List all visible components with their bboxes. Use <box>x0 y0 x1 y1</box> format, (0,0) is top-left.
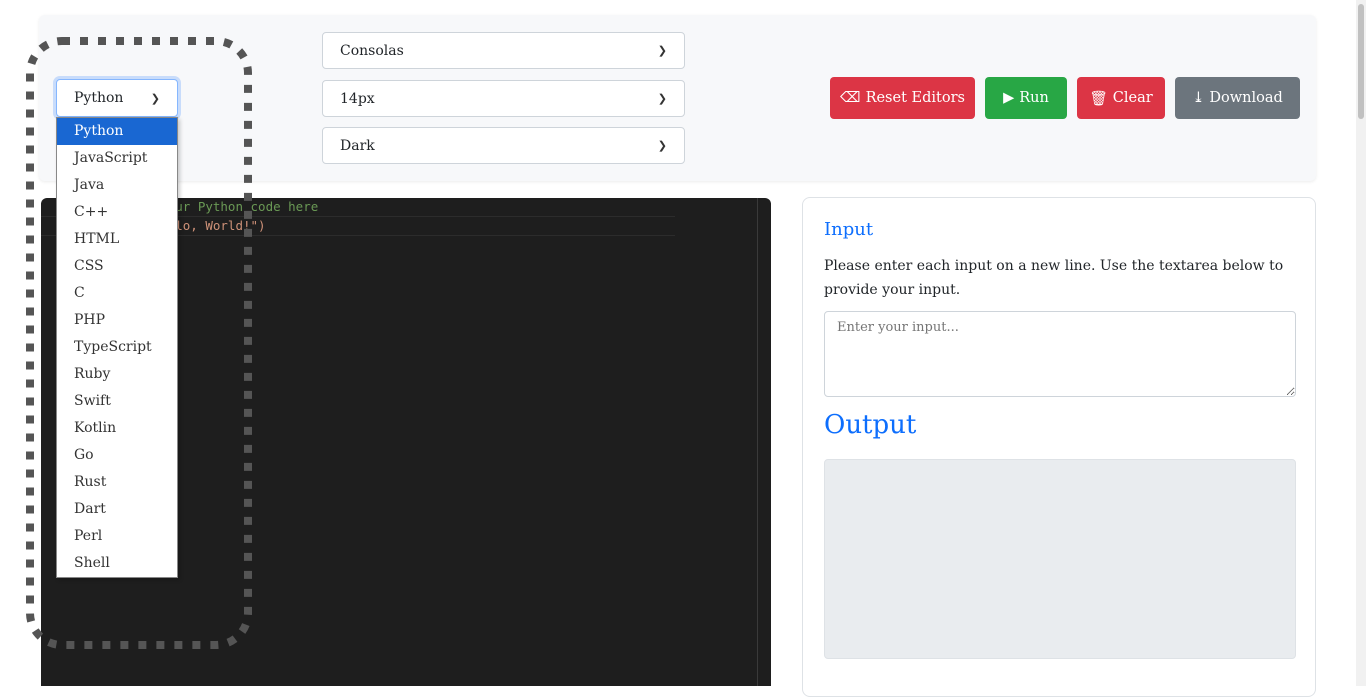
theme-select[interactable]: Dark ❯ <box>322 127 685 164</box>
editor-scrollbar[interactable] <box>757 198 771 686</box>
input-textarea[interactable] <box>824 311 1296 397</box>
trash-icon: 🗑 <box>1089 90 1108 107</box>
font-family-value: Consolas <box>340 42 404 59</box>
scrollbar-thumb[interactable] <box>1358 4 1364 119</box>
download-label: Download <box>1209 90 1283 106</box>
dotted-highlight <box>26 37 252 649</box>
theme-value: Dark <box>340 137 375 154</box>
play-icon: ▶ <box>1003 90 1015 106</box>
output-title: Output <box>824 410 917 440</box>
io-panel: Input Please enter each input on a new l… <box>802 197 1316 697</box>
font-family-select[interactable]: Consolas ❯ <box>322 32 685 69</box>
output-box <box>824 459 1296 659</box>
font-size-value: 14px <box>340 90 375 107</box>
download-button[interactable]: ⤓ Download <box>1175 77 1300 119</box>
reset-editors-button[interactable]: ⌫ Reset Editors <box>830 77 975 119</box>
clear-button[interactable]: 🗑 Clear <box>1077 77 1165 119</box>
input-title: Input <box>824 219 874 240</box>
run-label: Run <box>1019 90 1049 106</box>
input-description: Please enter each input on a new line. U… <box>824 258 1284 298</box>
run-button[interactable]: ▶ Run <box>985 77 1067 119</box>
chevron-down-icon: ❯ <box>657 92 667 105</box>
page-scrollbar[interactable] <box>1356 0 1366 686</box>
chevron-down-icon: ❯ <box>657 139 667 152</box>
download-icon: ⤓ <box>1192 90 1205 106</box>
font-size-select[interactable]: 14px ❯ <box>322 80 685 117</box>
eraser-icon: ⌫ <box>840 90 861 106</box>
clear-label: Clear <box>1112 90 1153 106</box>
reset-label: Reset Editors <box>865 90 965 106</box>
chevron-down-icon: ❯ <box>657 44 667 57</box>
